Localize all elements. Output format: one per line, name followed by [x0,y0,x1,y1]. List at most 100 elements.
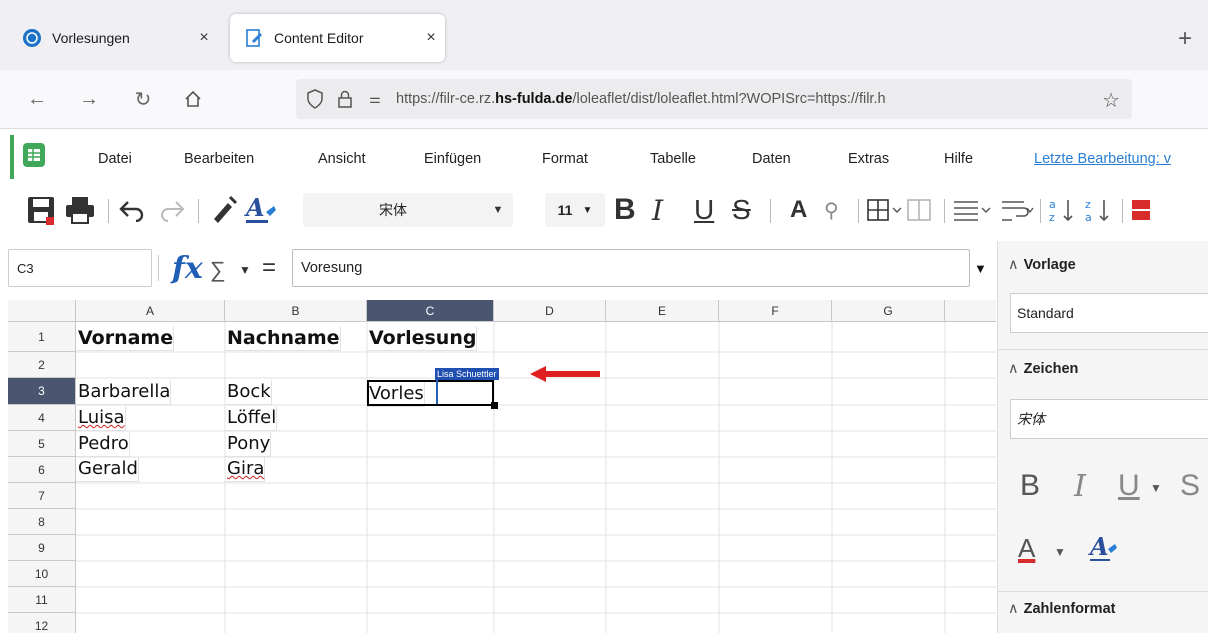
cell-b3[interactable]: Bock [225,380,272,405]
formula-button[interactable]: = [262,254,276,282]
row-header-9[interactable]: 9 [8,535,76,561]
row-header-2[interactable]: 2 [8,352,76,378]
cell-a5[interactable]: Pedro [76,432,130,457]
style-select[interactable]: Standard [1010,293,1208,333]
sidebar-italic-button[interactable]: I [1074,469,1086,504]
cell-b5[interactable]: Pony [225,432,272,457]
menu-extras[interactable]: Extras [848,151,889,167]
row-header-8[interactable]: 8 [8,509,76,535]
save-icon[interactable] [26,193,56,227]
sum-button[interactable]: ∑ [210,257,226,283]
sort-descending-icon[interactable]: za [1084,193,1114,227]
italic-button[interactable]: I [652,193,663,227]
row-header-1[interactable]: 1 [8,322,76,352]
column-header-d[interactable]: D [494,300,606,322]
sort-ascending-icon[interactable]: az [1048,193,1078,227]
select-all-corner[interactable] [8,300,76,322]
cell-b4[interactable]: Löffel [225,406,278,431]
sidebar-font-select[interactable]: 宋体 [1010,399,1208,439]
row-header-3[interactable]: 3 [8,378,76,405]
row-header-4[interactable]: 4 [8,405,76,431]
spreadsheet-grid[interactable]: A B C D E F G 1 2 3 4 5 6 7 8 9 10 11 12 [8,300,996,633]
font-size-select[interactable]: 11 ▼ [545,193,605,227]
redo-icon[interactable] [158,193,186,227]
menu-bar: Datei Bearbeiten Ansicht Einfügen Format… [0,129,1208,183]
menu-einfuegen[interactable]: Einfügen [424,151,481,167]
column-header-g[interactable]: G [832,300,945,322]
menu-ansicht[interactable]: Ansicht [318,151,366,167]
menu-bearbeiten[interactable]: Bearbeiten [184,151,254,167]
column-header-b[interactable]: B [225,300,367,322]
borders-icon[interactable] [866,193,904,227]
name-box[interactable]: C3 [8,249,152,287]
chevron-down-icon[interactable]: ▼ [1150,481,1162,495]
sidebar-underline-button[interactable]: U [1118,469,1140,503]
section-zeichen-header[interactable]: ∧ Zeichen [1008,361,1078,377]
forward-icon[interactable]: → [76,86,102,112]
last-edit-link[interactable]: Letzte Bearbeitung: v [1034,151,1171,167]
expand-formula-icon[interactable]: ▼ [974,261,987,276]
formula-input[interactable]: Voresung [292,249,970,287]
background-color-icon[interactable]: ⚲ [824,193,839,227]
column-header-a[interactable]: A [76,300,225,322]
bookmark-star-icon[interactable]: ☆ [1102,88,1120,113]
tab-content-editor[interactable]: Content Editor × [230,14,445,62]
cell-a1[interactable]: Vorname [76,326,175,351]
chevron-down-icon[interactable]: ▼ [239,263,251,277]
cell-c1[interactable]: Vorlesung [367,326,478,351]
merge-cells-icon[interactable] [906,193,932,227]
new-tab-button[interactable]: + [1178,25,1192,53]
row-header-6[interactable]: 6 [8,457,76,483]
chevron-down-icon[interactable]: ▼ [1054,545,1066,559]
insert-row-icon[interactable] [1130,193,1152,227]
clone-formatting-icon[interactable] [210,193,238,227]
column-header-f[interactable]: F [719,300,832,322]
back-icon[interactable]: ← [24,86,50,112]
cell-a6[interactable]: Gerald [76,457,139,482]
section-vorlage-header[interactable]: ∧ Vorlage [1008,257,1076,273]
column-header-e[interactable]: E [606,300,719,322]
strikethrough-button[interactable]: S [732,193,751,227]
tab-vorlesungen[interactable]: Vorlesungen × [8,14,218,62]
undo-icon[interactable] [118,193,146,227]
menu-tabelle[interactable]: Tabelle [650,151,696,167]
bold-button[interactable]: B [614,193,636,227]
close-tab-icon[interactable]: × [417,29,445,47]
font-name-select[interactable]: 宋体 ▼ [303,193,513,227]
home-icon[interactable] [180,86,206,112]
menu-daten[interactable]: Daten [752,151,791,167]
cell-b1[interactable]: Nachname [225,326,341,351]
menu-datei[interactable]: Datei [98,151,132,167]
font-color-button[interactable]: A [790,193,807,227]
svg-text:A: A [244,194,265,222]
menu-hilfe[interactable]: Hilfe [944,151,973,167]
function-wizard-button[interactable]: fx [172,251,203,286]
reload-icon[interactable]: ↻ [130,86,156,112]
permissions-icon[interactable]: ⚌ [364,88,386,110]
clear-formatting-icon[interactable]: A [244,193,278,227]
row-header-7[interactable]: 7 [8,483,76,509]
cell-a4[interactable]: Luisa [76,406,126,431]
menu-format[interactable]: Format [542,151,588,167]
fill-handle[interactable] [491,402,498,409]
underline-button[interactable]: U [694,193,714,227]
url-bar[interactable]: ⚌ https://filr-ce.rz.hs-fulda.de/loleafl… [296,79,1132,119]
print-icon[interactable] [64,193,96,227]
row-header-12[interactable]: 12 [8,613,76,633]
cell-a3[interactable]: Barbarella [76,380,172,405]
row-header-11[interactable]: 11 [8,587,76,613]
separator [158,255,159,281]
wrap-text-icon[interactable] [1000,193,1034,227]
sidebar-strikethrough-icon[interactable]: S [1180,469,1200,503]
column-header-h[interactable] [945,300,996,322]
row-header-10[interactable]: 10 [8,561,76,587]
sidebar-font-color-button[interactable]: A [1018,533,1035,564]
close-tab-icon[interactable]: × [190,29,218,47]
cell-b6[interactable]: Gira [225,457,266,482]
row-header-5[interactable]: 5 [8,431,76,457]
column-header-c[interactable]: C [367,300,494,322]
sidebar-highlight-icon[interactable]: A [1088,532,1118,571]
section-zahlenformat-header[interactable]: ∧ Zahlenformat [1008,601,1115,617]
align-icon[interactable] [952,193,992,227]
sidebar-bold-button[interactable]: B [1020,469,1040,503]
